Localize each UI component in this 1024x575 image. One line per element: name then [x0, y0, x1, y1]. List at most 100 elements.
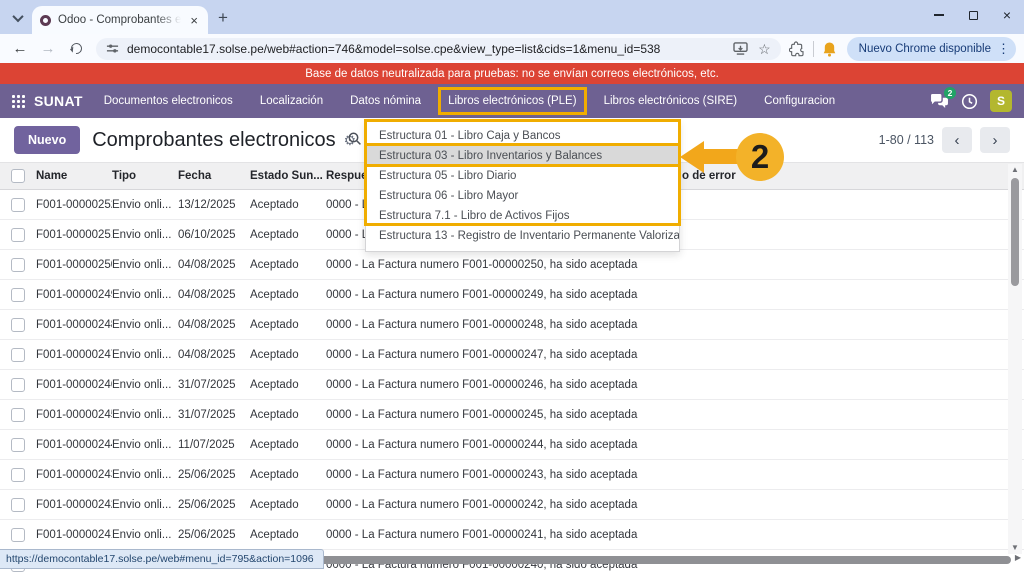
navbar-right: 2 S	[930, 90, 1012, 112]
browser-tab[interactable]: Odoo - Comprobantes electron ×	[32, 6, 208, 34]
nav-item-3[interactable]: Libros electrónicos (PLE)	[441, 90, 583, 112]
dropdown-item-2[interactable]: Estructura 05 - Libro Diario	[366, 166, 679, 186]
table-row[interactable]: F001-00000246Envio onli...31/07/2025Acep…	[0, 370, 1024, 400]
row-checkbox[interactable]	[11, 258, 25, 272]
table-row[interactable]: F001-00000244Envio onli...11/07/2025Acep…	[0, 430, 1024, 460]
cell-name: F001-00000242	[36, 499, 112, 511]
address-bar[interactable]: democontable17.solse.pe/web#action=746&m…	[96, 38, 781, 60]
site-settings-icon[interactable]	[106, 42, 119, 55]
row-checkbox[interactable]	[11, 288, 25, 302]
table-row[interactable]: F001-00000241Envio onli...25/06/2025Acep…	[0, 520, 1024, 550]
cell-fecha: 25/06/2025	[178, 469, 250, 481]
scroll-right-icon[interactable]: ▶	[1015, 553, 1021, 562]
row-checkbox[interactable]	[11, 498, 25, 512]
cell-fecha: 06/10/2025	[178, 229, 250, 241]
back-button[interactable]: ←	[8, 37, 32, 61]
cell-fecha: 13/12/2025	[178, 199, 250, 211]
table-row[interactable]: F001-00000242Envio onli...25/06/2025Acep…	[0, 490, 1024, 520]
minimize-button[interactable]	[922, 0, 956, 30]
dropdown-item-0[interactable]: Estructura 01 - Libro Caja y Bancos	[366, 126, 679, 146]
row-checkbox[interactable]	[11, 438, 25, 452]
table-row[interactable]: F001-00000250Envio onli...04/08/2025Acep…	[0, 250, 1024, 280]
cell-estado: Aceptado	[250, 259, 326, 271]
messages-button[interactable]: 2	[930, 93, 949, 109]
annotation-step-badge: 2	[736, 133, 784, 181]
select-all-checkbox[interactable]	[11, 169, 25, 183]
vertical-scrollbar[interactable]: ▲ ▼	[1008, 164, 1022, 554]
new-tab-button[interactable]: +	[218, 9, 228, 26]
column-header-5[interactable]: o de error	[666, 170, 1024, 182]
odoo-favicon-icon	[40, 15, 51, 26]
column-header-1[interactable]: Tipo	[112, 170, 178, 182]
odoo-navbar: SUNAT Documentos electronicos Localizació…	[0, 84, 1024, 118]
cell-name: F001-00000245	[36, 409, 112, 421]
ple-dropdown-menu: Estructura 01 - Libro Caja y BancosEstru…	[365, 120, 680, 252]
nav-item-4[interactable]: Libros electrónicos (SIRE)	[597, 90, 745, 112]
search-icon[interactable]	[347, 131, 363, 147]
cell-tipo: Envio onli...	[112, 289, 178, 301]
reload-button[interactable]	[64, 37, 88, 61]
restore-button[interactable]	[956, 0, 990, 30]
screen: Odoo - Comprobantes electron × + × ← → d…	[0, 0, 1024, 575]
tab-close-icon[interactable]: ×	[188, 13, 200, 28]
extensions-icon[interactable]	[789, 41, 805, 57]
table-row[interactable]: F001-00000245Envio onli...31/07/2025Acep…	[0, 400, 1024, 430]
cell-fecha: 25/06/2025	[178, 529, 250, 541]
cell-name: F001-00000250	[36, 259, 112, 271]
chrome-update-button[interactable]: Nuevo Chrome disponible ⋮	[847, 37, 1016, 61]
pager-next-button[interactable]: ›	[980, 127, 1010, 153]
row-checkbox[interactable]	[11, 228, 25, 242]
column-header-3[interactable]: Estado Sun...	[250, 170, 326, 182]
row-checkbox[interactable]	[11, 528, 25, 542]
row-checkbox[interactable]	[11, 318, 25, 332]
cell-tipo: Envio onli...	[112, 409, 178, 421]
nav-item-0[interactable]: Documentos electronicos	[97, 90, 240, 112]
cell-respuesta: 0000 - La Factura numero F001-00000242, …	[326, 499, 666, 511]
link-preview-statusbar: https://democontable17.solse.pe/web#menu…	[0, 549, 324, 569]
dropdown-item-5[interactable]: Estructura 13 - Registro de Inventario P…	[366, 226, 679, 246]
cell-respuesta: 0000 - La Factura numero F001-00000247, …	[326, 349, 666, 361]
nav-item-2[interactable]: Datos nómina	[343, 90, 428, 112]
dropdown-item-1[interactable]: Estructura 03 - Libro Inventarios y Bala…	[366, 146, 679, 166]
activities-clock-icon[interactable]	[961, 93, 978, 110]
row-checkbox[interactable]	[11, 378, 25, 392]
row-checkbox[interactable]	[11, 408, 25, 422]
vertical-scroll-thumb[interactable]	[1011, 178, 1019, 286]
pager-previous-button[interactable]: ‹	[942, 127, 972, 153]
column-header-2[interactable]: Fecha	[178, 170, 250, 182]
cell-respuesta: 0000 - La Factura numero F001-00000244, …	[326, 439, 666, 451]
apps-grid-icon[interactable]	[12, 95, 25, 108]
forward-button[interactable]: →	[36, 37, 60, 61]
table-row[interactable]: F001-00000248Envio onli...04/08/2025Acep…	[0, 310, 1024, 340]
dropdown-item-3[interactable]: Estructura 06 - Libro Mayor	[366, 186, 679, 206]
scroll-up-icon[interactable]: ▲	[1011, 164, 1019, 176]
cell-name: F001-00000247	[36, 349, 112, 361]
cell-name: F001-00000249	[36, 289, 112, 301]
app-brand[interactable]: SUNAT	[34, 93, 83, 109]
dropdown-item-4[interactable]: Estructura 7.1 - Libro de Activos Fijos	[366, 206, 679, 226]
cell-name: F001-00000244	[36, 439, 112, 451]
notification-bell-icon[interactable]	[822, 41, 837, 57]
table-row[interactable]: F001-00000243Envio onli...25/06/2025Acep…	[0, 460, 1024, 490]
column-header-0[interactable]: Name	[36, 170, 112, 182]
table-row[interactable]: F001-00000249Envio onli...04/08/2025Acep…	[0, 280, 1024, 310]
cell-name: F001-00000248	[36, 319, 112, 331]
horizontal-scroll-thumb[interactable]	[287, 556, 1011, 564]
bookmark-star-icon[interactable]: ☆	[758, 42, 771, 56]
message-count-badge: 2	[944, 87, 956, 99]
install-icon[interactable]	[733, 42, 748, 55]
row-checkbox[interactable]	[11, 468, 25, 482]
row-checkbox[interactable]	[11, 348, 25, 362]
new-record-button[interactable]: Nuevo	[14, 126, 80, 154]
url-text[interactable]: democontable17.solse.pe/web#action=746&m…	[127, 42, 725, 56]
kebab-menu-icon[interactable]: ⋮	[997, 41, 1010, 57]
nav-item-1[interactable]: Localización	[253, 90, 330, 112]
table-row[interactable]: F001-00000247Envio onli...04/08/2025Acep…	[0, 340, 1024, 370]
cell-tipo: Envio onli...	[112, 439, 178, 451]
minimize-icon	[934, 14, 944, 16]
user-avatar[interactable]: S	[990, 90, 1012, 112]
tab-search-button[interactable]	[6, 7, 30, 29]
row-checkbox[interactable]	[11, 198, 25, 212]
close-button[interactable]: ×	[990, 0, 1024, 30]
nav-item-5[interactable]: Configuracion	[757, 90, 842, 112]
